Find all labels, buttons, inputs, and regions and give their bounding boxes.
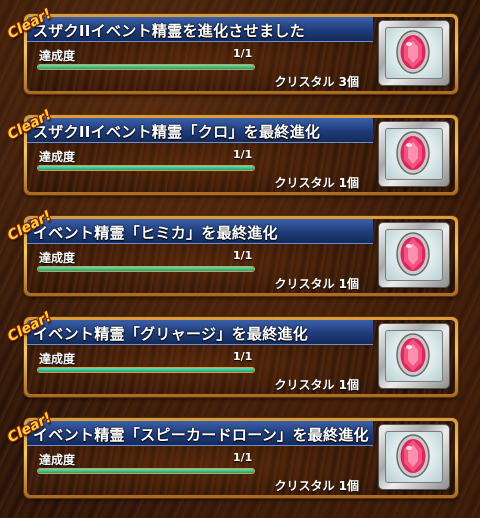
progress-fill [38,469,254,473]
mission-card[interactable]: イベント精霊「ヒミカ」を最終進化 達成度 1/1 クリスタル 1個 Clear! [5,208,458,296]
crystal-gem-icon [396,434,430,478]
reward-label: クリスタル 1個 [274,378,359,392]
mission-title: スザクIIイベント精霊「クロ」を最終進化 [33,123,321,141]
mission-title-bar: スザクIIイベント精霊「クロ」を最終進化 [27,118,373,143]
reward-label: クリスタル 1個 [274,479,359,493]
mission-card[interactable]: イベント精霊「グリャージ」を最終進化 達成度 1/1 クリスタル 1個 Clea… [5,309,458,397]
progress-bar [37,165,255,171]
crystal-gem-icon [396,333,430,377]
progress-fill [38,166,254,170]
progress-count: 1/1 [233,148,253,161]
mission-title-bar: イベント精霊「グリャージ」を最終進化 [27,320,373,345]
progress-label: 達成度 [39,453,76,467]
mission-title: イベント精霊「グリャージ」を最終進化 [33,325,309,343]
progress-count: 1/1 [233,47,253,60]
reward-label: クリスタル 1個 [274,277,359,291]
progress-label: 達成度 [39,150,76,164]
progress-fill [38,65,254,69]
reward-label: クリスタル 1個 [274,176,359,190]
crystal-gem-icon [396,30,430,74]
progress-bar [37,64,255,70]
mission-card[interactable]: イベント精霊「スピーカードローン」を最終進化 達成度 1/1 クリスタル 1個 … [5,410,458,498]
mission-list: スザクIIイベント精霊を進化させました 達成度 1/1 クリスタル 3個 Cle… [0,0,480,518]
progress-label: 達成度 [39,352,76,366]
progress-count: 1/1 [233,350,253,363]
reward-icon-frame [379,122,449,186]
mission-title: スザクIIイベント精霊を進化させました [33,22,305,40]
reward-icon-frame [379,223,449,287]
mission-title-bar: イベント精霊「スピーカードローン」を最終進化 [27,421,373,446]
mission-title: イベント精霊「ヒミカ」を最終進化 [33,224,278,242]
progress-count: 1/1 [233,249,253,262]
progress-bar [37,367,255,373]
progress-label: 達成度 [39,251,76,265]
progress-fill [38,368,254,372]
mission-title-bar: イベント精霊「ヒミカ」を最終進化 [27,219,373,244]
mission-card[interactable]: スザクIIイベント精霊「クロ」を最終進化 達成度 1/1 クリスタル 1個 Cl… [5,107,458,195]
reward-label: クリスタル 3個 [274,75,359,89]
crystal-gem-icon [396,131,430,175]
mission-title-bar: スザクIIイベント精霊を進化させました [27,17,373,42]
reward-icon-frame [379,324,449,388]
crystal-gem-icon [396,232,430,276]
mission-card[interactable]: スザクIIイベント精霊を進化させました 達成度 1/1 クリスタル 3個 Cle… [5,6,458,94]
progress-bar [37,266,255,272]
reward-icon-frame [379,425,449,489]
progress-fill [38,267,254,271]
progress-count: 1/1 [233,451,253,464]
mission-title: イベント精霊「スピーカードローン」を最終進化 [33,426,369,444]
reward-icon-frame [379,21,449,85]
progress-label: 達成度 [39,49,76,63]
progress-bar [37,468,255,474]
